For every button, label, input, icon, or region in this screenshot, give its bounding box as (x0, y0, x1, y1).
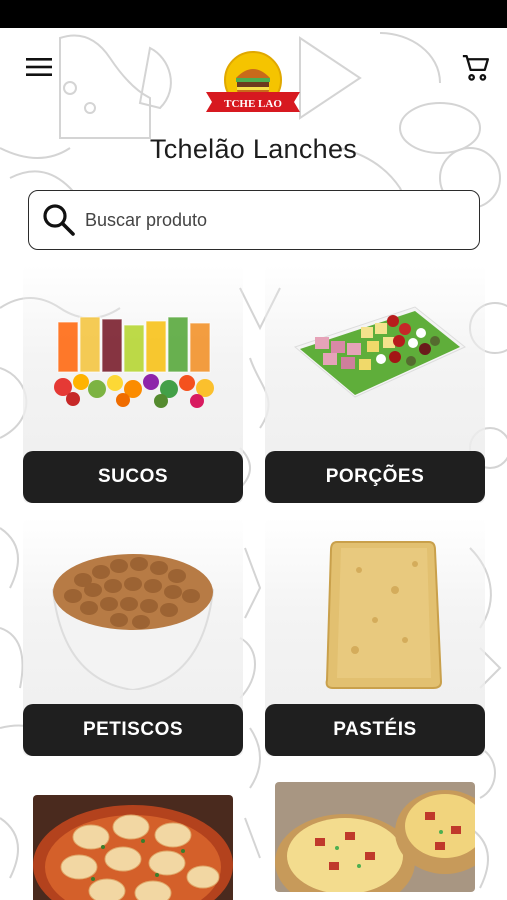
category-label: PASTÉIS (265, 704, 485, 756)
page-title: Tchelão Lanches (149, 134, 358, 164)
cold-cuts-platter-photo (293, 306, 466, 398)
search-field[interactable] (28, 190, 480, 250)
search-input[interactable] (85, 209, 445, 231)
category-card-petiscos[interactable]: PETISCOS (23, 518, 243, 756)
shopping-cart-icon (462, 55, 489, 81)
logo-text: TCHE LAO (224, 98, 282, 110)
svg-text:Lanches: Lanches (265, 114, 287, 120)
dumplings-dish-photo (33, 795, 233, 900)
fruit-juices-photo (54, 316, 214, 408)
category-card-dumplings[interactable] (33, 795, 233, 900)
category-card-pasteis[interactable]: PASTÉIS (265, 518, 485, 756)
category-label: PETISCOS (23, 704, 243, 756)
menu-button[interactable] (22, 52, 56, 82)
category-card-sucos[interactable]: SUCOS (23, 265, 243, 503)
search-icon (43, 204, 75, 236)
brand-logo: TCHE LAO Lanches (200, 48, 306, 124)
category-label: PORÇÕES (265, 451, 485, 503)
cart-button[interactable] (456, 50, 496, 86)
baked-potato-photo (275, 782, 475, 892)
category-card-porcoes[interactable]: PORÇÕES (265, 265, 485, 503)
pastel-photo (325, 541, 443, 689)
status-bar (0, 0, 507, 28)
hamburger-menu-icon (26, 58, 52, 76)
peanuts-bowl-photo (51, 554, 215, 690)
category-card-baked-potato[interactable] (275, 782, 475, 892)
app-header: TCHE LAO Lanches (0, 28, 507, 128)
category-label: SUCOS (23, 451, 243, 503)
